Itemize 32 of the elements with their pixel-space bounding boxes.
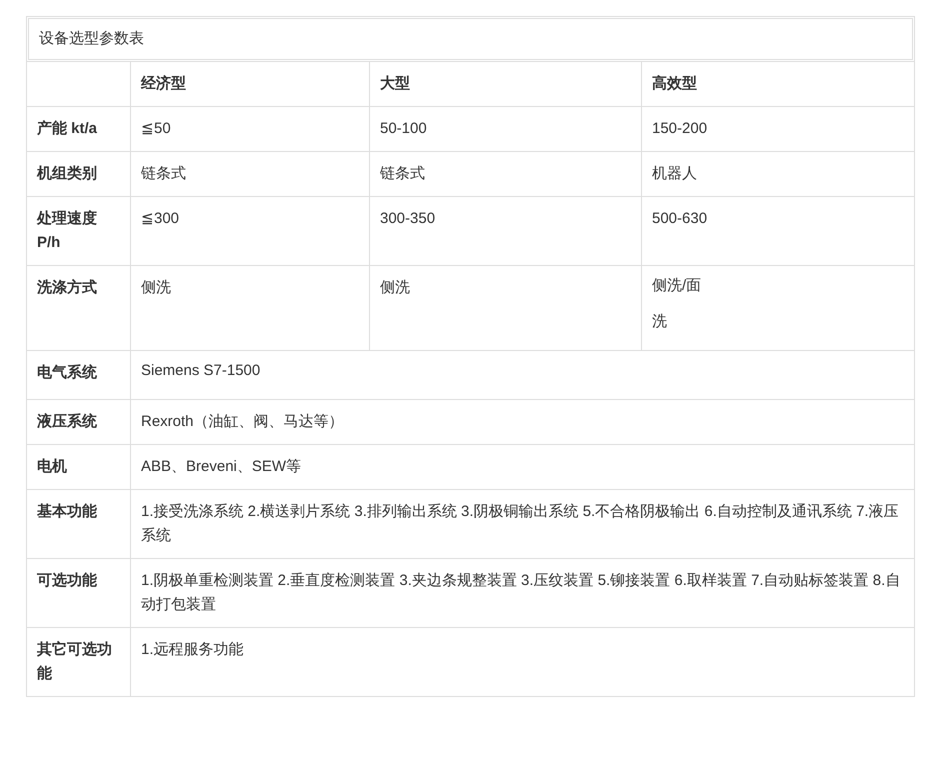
table-cell-text: Siemens S7-1500 bbox=[141, 360, 262, 380]
row-header: 其它可选功能 bbox=[37, 640, 113, 684]
column-header: 经济型 bbox=[141, 74, 186, 92]
table-cell-text: 1.接受洗涤系统 2.横送剥片系统 3.排列输出系统 3.阴极铜输出系统 5.不合格阴极输出 6.自动控制及通讯系统 7.液压系统 bbox=[141, 502, 900, 546]
table-cell-text: 50-100 bbox=[380, 118, 428, 138]
row-header: 机组类别 bbox=[37, 164, 98, 184]
table-cell-text: Rexroth（油缸、阀、马达等） bbox=[141, 412, 345, 432]
table-cell-text: 机器人 bbox=[652, 164, 698, 184]
table-cell-text: 链条式 bbox=[141, 164, 187, 184]
table-title: 设备选型参数表 bbox=[39, 28, 144, 49]
table-cell-text: 侧洗 bbox=[141, 278, 172, 298]
table-cell-text: 链条式 bbox=[380, 164, 426, 184]
table-cell-text: 1.远程服务功能 bbox=[141, 640, 245, 660]
row-header: 电气系统 bbox=[37, 362, 98, 382]
table-cell-text: ≦300 bbox=[141, 208, 180, 228]
table-cell-text: ≦50 bbox=[141, 118, 172, 138]
column-header: 大型 bbox=[380, 74, 410, 92]
row-header: 洗涤方式 bbox=[37, 278, 98, 298]
table-cell-text: 500-630 bbox=[652, 208, 708, 228]
table-cell-text: 侧洗 bbox=[380, 278, 411, 298]
column-header: 高效型 bbox=[652, 74, 697, 92]
table-cell-text: 150-200 bbox=[652, 118, 708, 138]
row-header: 液压系统 bbox=[37, 412, 98, 432]
row-header: 处理速度P/h bbox=[37, 208, 98, 252]
table-cell-text: 侧洗/面洗 bbox=[652, 276, 702, 332]
table-cell-text: ABB、Breveni、SEW等 bbox=[141, 456, 302, 476]
row-header: 电机 bbox=[37, 456, 68, 476]
row-header: 可选功能 bbox=[37, 570, 98, 590]
table-cell-text: 1.阴极单重检测装置 2.垂直度检测装置 3.夹边条规整装置 3.压纹装置 5.铆接装置 6.取样装置 7.自动贴标签装置 8.自动打包装置 bbox=[141, 570, 902, 614]
table-cell-text: 300-350 bbox=[380, 208, 436, 228]
row-header: 产能 kt/a bbox=[37, 118, 98, 138]
row-header: 基本功能 bbox=[37, 502, 98, 522]
